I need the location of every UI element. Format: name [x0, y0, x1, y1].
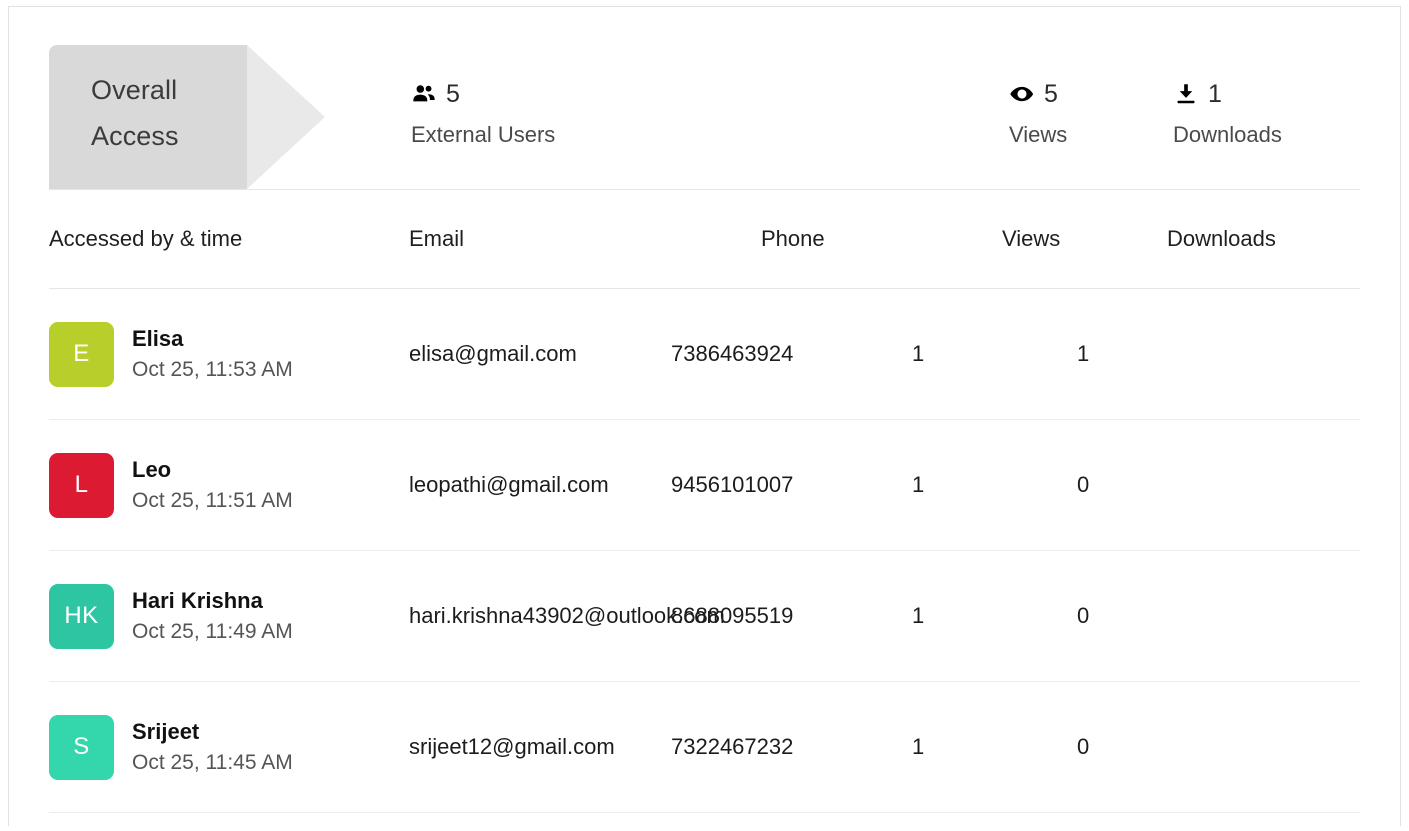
- access-table: Accessed by & time Email Phone Views Dow…: [9, 190, 1400, 813]
- avatar: S: [49, 714, 114, 780]
- stat-label: External Users: [411, 122, 556, 147]
- tab-label-line2: Access: [91, 121, 179, 151]
- downloads-cell: 0: [1077, 472, 1090, 497]
- views-cell: 1: [912, 603, 925, 628]
- tab-arrow-shape: [247, 45, 325, 189]
- phone-cell: 7386463924: [671, 341, 794, 366]
- tab-label-line1: Overall: [91, 75, 178, 105]
- stat-label: Downloads: [1173, 122, 1282, 147]
- access-time: Oct 25, 11:51 AM: [132, 488, 293, 512]
- phone-cell: 9456101007: [671, 472, 794, 497]
- table-header-row: Accessed by & time Email Phone Views Dow…: [49, 190, 1360, 289]
- overall-access-card: Overall Access 5 External Users 5 Views …: [8, 6, 1401, 826]
- access-time: Oct 25, 11:53 AM: [132, 357, 293, 381]
- table-row[interactable]: HK Hari Krishna Oct 25, 11:49 AM hari.kr…: [49, 551, 1360, 682]
- users-icon: [411, 81, 437, 107]
- email-cell: hari.krishna43902@outlook.com: [409, 603, 725, 628]
- stat-value: 5: [1044, 80, 1058, 108]
- user-name: Srijeet: [132, 718, 200, 744]
- accessed-by-cell: L Leo Oct 25, 11:51 AM: [49, 452, 409, 518]
- downloads-cell: 0: [1077, 603, 1090, 628]
- phone-cell: 8688095519: [671, 603, 794, 628]
- user-name: Leo: [132, 456, 172, 482]
- summary-header: Overall Access 5 External Users 5 Views …: [9, 7, 1400, 190]
- column-header-email: Email: [409, 226, 465, 251]
- downloads-cell: 1: [1077, 341, 1090, 366]
- email-cell: leopathi@gmail.com: [409, 472, 609, 497]
- views-cell: 1: [912, 734, 925, 759]
- download-icon: [1173, 81, 1199, 107]
- stat-downloads: 1 Downloads: [1173, 77, 1282, 148]
- stat-value: 5: [446, 80, 460, 108]
- column-header-phone: Phone: [761, 226, 825, 251]
- views-cell: 1: [912, 341, 925, 366]
- avatar: HK: [49, 583, 114, 649]
- table-row[interactable]: E Elisa Oct 25, 11:53 AM elisa@gmail.com…: [49, 289, 1360, 420]
- access-time: Oct 25, 11:45 AM: [132, 750, 293, 774]
- email-cell: elisa@gmail.com: [409, 341, 577, 366]
- column-header-accessed-by: Accessed by & time: [49, 226, 243, 251]
- eye-icon: [1009, 81, 1035, 107]
- avatar: E: [49, 321, 114, 387]
- access-time: Oct 25, 11:49 AM: [132, 619, 293, 643]
- column-header-downloads: Downloads: [1167, 226, 1276, 251]
- stat-views: 5 Views: [1009, 77, 1067, 148]
- user-name: Hari Krishna: [132, 587, 263, 613]
- email-cell: srijeet12@gmail.com: [409, 734, 615, 759]
- accessed-by-cell: E Elisa Oct 25, 11:53 AM: [49, 321, 409, 387]
- stat-value: 1: [1208, 80, 1222, 108]
- stat-label: Views: [1009, 122, 1068, 147]
- table-row[interactable]: S Srijeet Oct 25, 11:45 AM srijeet12@gma…: [49, 682, 1360, 813]
- column-header-views: Views: [1002, 226, 1061, 251]
- downloads-cell: 0: [1077, 734, 1090, 759]
- accessed-by-cell: HK Hari Krishna Oct 25, 11:49 AM: [49, 583, 409, 649]
- phone-cell: 7322467232: [671, 734, 794, 759]
- tab-overall-access[interactable]: Overall Access: [49, 45, 247, 189]
- stat-external-users: 5 External Users: [411, 77, 555, 148]
- user-name: Elisa: [132, 325, 184, 351]
- accessed-by-cell: S Srijeet Oct 25, 11:45 AM: [49, 714, 409, 780]
- views-cell: 1: [912, 472, 925, 497]
- table-row[interactable]: L Leo Oct 25, 11:51 AM leopathi@gmail.co…: [49, 420, 1360, 551]
- avatar: L: [49, 452, 114, 518]
